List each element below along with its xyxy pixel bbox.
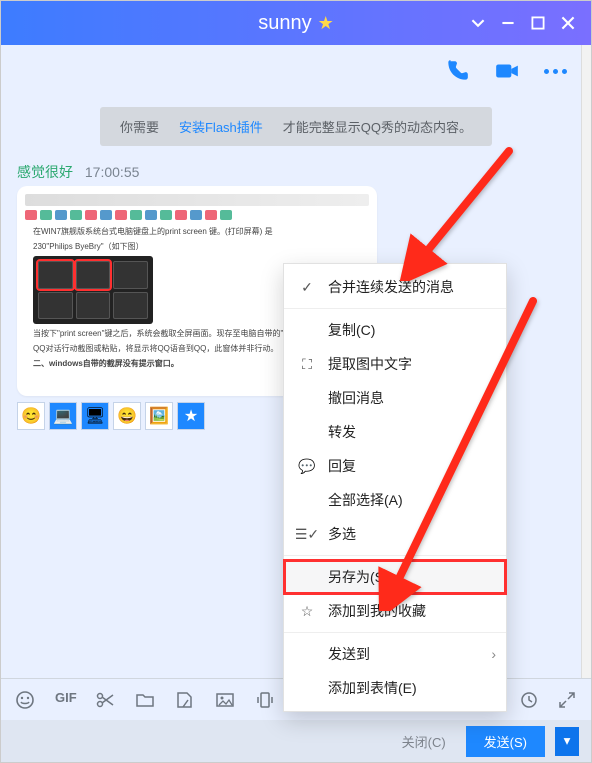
scissors-icon[interactable] [95,690,115,710]
menu-ocr[interactable]: ⛶ 提取图中文字 [284,347,506,381]
menu-addemo[interactable]: 添加到表情(E) [284,671,506,705]
minimize-icon[interactable] [501,16,515,30]
menu-merge[interactable]: ✓ 合并连续发送的消息 [284,270,506,304]
keyboard-photo [33,256,153,324]
menu-label: 另存为(S)... [328,567,400,587]
sender-name: 感觉很好 [17,164,73,180]
sender-line: 感觉很好 17:00:55 [17,162,575,182]
menu-recall[interactable]: 撤回消息 [284,381,506,415]
menu-label: 撤回消息 [328,388,384,408]
close-icon[interactable] [561,16,575,30]
reaction-image[interactable]: 🖼️ [145,402,173,430]
send-file-icon[interactable] [175,690,195,710]
chevron-down-icon[interactable] [471,16,485,30]
folder-icon[interactable] [135,690,155,710]
notice-prefix: 你需要 [110,112,169,141]
menu-fav[interactable]: ☆ 添加到我的收藏 [284,594,506,628]
flash-notice: 你需要安装Flash插件才能完整显示QQ秀的动态内容。 [17,107,575,146]
menu-label: 合并连续发送的消息 [328,277,454,297]
menu-label: 复制(C) [328,320,375,340]
menu-label: 发送到 [328,644,370,664]
merge-icon: ✓ [298,279,316,296]
send-dropdown[interactable]: ▾ [555,727,579,756]
install-flash-link[interactable]: 安装Flash插件 [169,112,273,141]
ocr-icon: ⛶ [298,356,316,373]
menu-label: 全部选择(A) [328,490,403,510]
more-icon[interactable] [544,69,567,74]
menu-label: 添加到我的收藏 [328,601,426,621]
reaction-device[interactable]: 💻 [49,402,77,430]
menu-label: 转发 [328,422,356,442]
multi-icon: ☰✓ [298,526,316,543]
reaction-add[interactable]: 😊 [17,402,45,430]
menu-saveas[interactable]: 另存为(S)... [284,560,506,594]
menu-multi[interactable]: ☰✓ 多选 [284,517,506,551]
close-button[interactable]: 关闭(C) [402,732,446,751]
image-icon[interactable] [215,690,235,710]
menu-label: 提取图中文字 [328,354,412,374]
titlebar: sunny ★ [1,1,591,45]
gif-icon[interactable]: GIF [55,690,75,710]
context-menu: ✓ 合并连续发送的消息复制(C) ⛶ 提取图中文字撤回消息转发 💬 回复全部选择(A) ☰✓… [283,263,507,712]
menu-forward[interactable]: 转发 [284,415,506,449]
chat-title: sunny [258,12,311,35]
shake-icon[interactable] [255,690,275,710]
menu-label: 多选 [328,524,356,544]
maximize-icon[interactable] [531,16,545,30]
inner-text-2: 230"Philips ByeBry"（如下图） [33,241,361,252]
footer: 关闭(C) 发送(S) ▾ [1,720,591,762]
menu-reply[interactable]: 💬 回复 [284,449,506,483]
expand-icon[interactable] [557,690,577,710]
reaction-screen[interactable]: 🖥 [81,402,109,430]
chat-window: sunny ★ 你需要安装Flash插件才能完整显示QQ秀的动态内容。 感觉很好… [0,0,592,763]
inner-text-1: 在WIN7旗舰版系统台式电脑键盘上的print screen 键。(打印屏幕) … [33,226,361,237]
reaction-star[interactable]: ★ [177,402,205,430]
voice-call-icon[interactable] [444,58,470,84]
reaction-smile[interactable]: 😄 [113,402,141,430]
chevron-right-icon: › [491,646,496,662]
emoji-icon[interactable] [15,690,35,710]
menu-label: 添加到表情(E) [328,678,417,698]
send-button[interactable]: 发送(S) [466,726,545,757]
menu-selall[interactable]: 全部选择(A) [284,483,506,517]
reply-icon: 💬 [298,458,316,475]
scrollbar-track[interactable] [581,45,591,762]
message-time: 17:00:55 [85,164,140,180]
fav-icon: ☆ [298,603,316,620]
menu-copy[interactable]: 复制(C) [284,313,506,347]
notice-suffix: 才能完整显示QQ秀的动态内容。 [273,112,482,141]
video-call-icon[interactable] [494,58,520,84]
menu-label: 回复 [328,456,356,476]
action-bar [1,45,591,97]
star-icon: ★ [318,13,334,34]
menu-sendto[interactable]: 发送到 › [284,637,506,671]
history-icon[interactable] [519,690,539,710]
